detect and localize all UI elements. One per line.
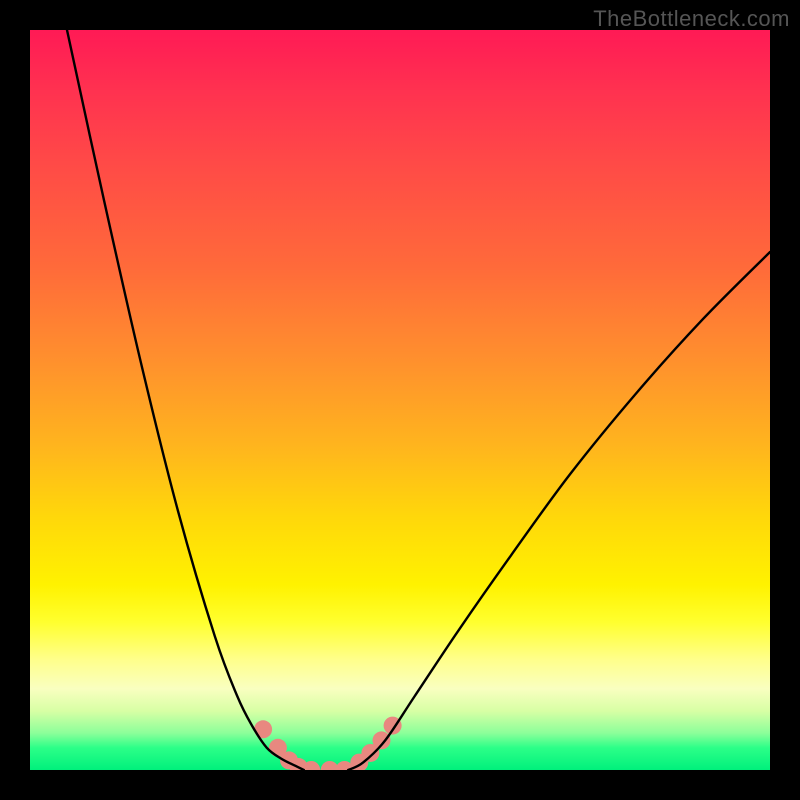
marker-group <box>254 717 402 770</box>
left-curve <box>67 30 304 770</box>
watermark-text: TheBottleneck.com <box>593 6 790 32</box>
chart-frame: TheBottleneck.com <box>0 0 800 800</box>
right-curve <box>348 252 770 770</box>
curve-layer <box>30 30 770 770</box>
plot-area <box>30 30 770 770</box>
